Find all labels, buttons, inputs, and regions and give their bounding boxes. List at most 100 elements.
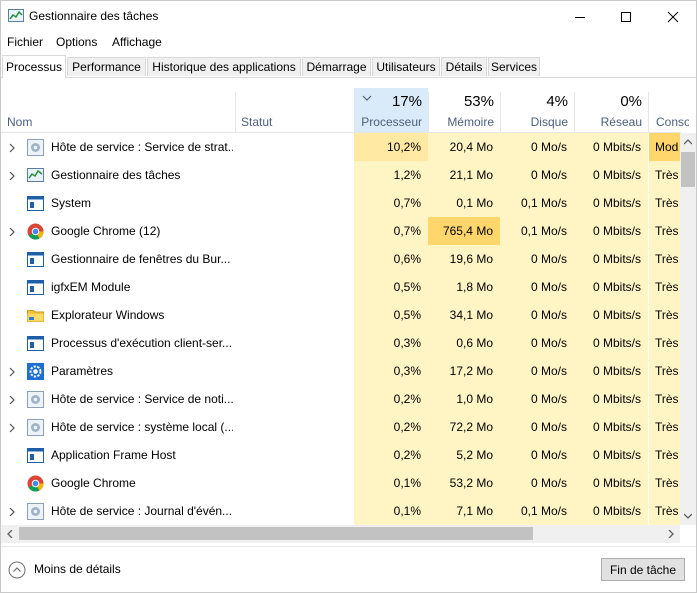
chevron-right-icon[interactable]	[8, 226, 16, 237]
process-row[interactable]: Hôte de service : Service de strat... 10,…	[1, 133, 681, 161]
service-gear-icon	[27, 503, 44, 520]
network-cell: 0 Mbits/s	[574, 357, 648, 385]
task-manager-icon	[8, 9, 24, 22]
chevron-right-icon[interactable]	[8, 170, 16, 181]
column-power[interactable]: Consor	[649, 88, 689, 132]
disk-cell: 0 Mo/s	[500, 413, 574, 441]
process-row[interactable]: Explorateur Windows 0,5% 34,1 Mo 0 Mo/s 0 Mb…	[1, 301, 681, 329]
tab-services[interactable]: Services	[488, 57, 540, 76]
process-name: Hôte de service : Service de noti...	[51, 392, 233, 406]
tab-demarrage[interactable]: Démarrage	[302, 57, 371, 76]
cpu-cell: 0,6%	[354, 245, 428, 273]
memory-cell: 7,1 Mo	[428, 497, 500, 525]
memory-cell: 1,8 Mo	[428, 273, 500, 301]
disk-cell: 0 Mo/s	[500, 301, 574, 329]
cpu-total: 17%	[391, 93, 422, 110]
process-row[interactable]: Application Frame Host 0,2% 5,2 Mo 0 Mo/s 0 …	[1, 441, 681, 469]
process-row[interactable]: Hôte de service : Service de noti... 0,2%…	[1, 385, 681, 413]
minimize-button[interactable]	[557, 1, 603, 32]
chevron-right-icon[interactable]	[8, 142, 16, 153]
chevron-right-icon[interactable]	[8, 394, 16, 405]
column-name-label: Nom	[7, 115, 33, 129]
task-manager-icon	[27, 167, 44, 184]
memory-cell: 72,2 Mo	[428, 413, 500, 441]
title-bar: Gestionnaire des tâches	[1, 1, 696, 32]
process-row[interactable]: Hôte de service : système local (... 0,2%…	[1, 413, 681, 441]
column-memory-label: Mémoire	[447, 115, 494, 129]
column-name[interactable]: Nom	[1, 88, 235, 132]
tab-historique[interactable]: Historique des applications	[147, 57, 301, 76]
footer: Moins de détails Fin de tâche	[1, 546, 696, 592]
scroll-left-icon[interactable]	[7, 530, 13, 538]
vertical-scroll-thumb[interactable]	[681, 152, 695, 187]
power-cell: Très f	[649, 189, 681, 217]
cpu-cell: 0,7%	[354, 217, 428, 245]
scroll-down-icon[interactable]	[684, 513, 692, 519]
column-cpu-label: Processeur	[361, 115, 422, 129]
process-name: Explorateur Windows	[51, 308, 165, 322]
power-cell: Très f	[649, 497, 681, 525]
chevron-right-icon[interactable]	[8, 422, 16, 433]
vertical-scrollbar[interactable]	[680, 133, 696, 525]
process-row[interactable]: Gestionnaire des tâches 1,2% 21,1 Mo 0 Mo/s…	[1, 161, 681, 189]
process-row[interactable]: Paramètres 0,3% 17,2 Mo 0 Mo/s 0 Mbits/s Très…	[1, 357, 681, 385]
tab-details[interactable]: Détails	[441, 57, 487, 76]
collapse-details-icon[interactable]	[8, 561, 26, 579]
maximize-button[interactable]	[603, 1, 649, 32]
cpu-cell: 10,2%	[354, 133, 428, 161]
column-memory[interactable]: 53% Mémoire	[428, 88, 500, 132]
network-cell: 0 Mbits/s	[574, 441, 648, 469]
cpu-cell: 0,1%	[354, 469, 428, 497]
window-title: Gestionnaire des tâches	[29, 9, 159, 23]
menu-affichage[interactable]: Affichage	[112, 35, 162, 49]
column-status[interactable]: Statut	[235, 88, 354, 132]
cpu-cell: 0,5%	[354, 301, 428, 329]
tab-utilisateurs[interactable]: Utilisateurs	[372, 57, 440, 76]
scroll-up-icon[interactable]	[684, 139, 692, 145]
network-cell: 0 Mbits/s	[574, 245, 648, 273]
menu-fichier[interactable]: Fichier	[7, 35, 43, 49]
close-button[interactable]	[650, 1, 696, 32]
process-row[interactable]: igfxEM Module 0,5% 1,8 Mo 0 Mo/s 0 Mbits/s Tr…	[1, 273, 681, 301]
horizontal-scroll-thumb[interactable]	[19, 527, 533, 540]
column-disk[interactable]: 4% Disque	[500, 88, 574, 132]
less-details-link[interactable]: Moins de détails	[34, 562, 121, 576]
network-total: 0%	[620, 93, 642, 110]
disk-cell: 0 Mo/s	[500, 133, 574, 161]
process-row[interactable]: System 0,7%0,1 Mo0,1 Mo/s0 Mbits/sTrès f	[1, 189, 681, 217]
menu-options[interactable]: Options	[56, 35, 97, 49]
tab-performance[interactable]: Performance	[67, 57, 146, 76]
horizontal-scrollbar[interactable]	[1, 525, 680, 543]
column-network[interactable]: 0% Réseau	[574, 88, 648, 132]
service-gear-icon	[27, 419, 44, 436]
chevron-right-icon[interactable]	[8, 366, 16, 377]
cpu-cell: 1,2%	[354, 161, 428, 189]
power-cell: Mod	[649, 133, 681, 161]
process-row[interactable]: Google Chrome 0,1% 53,2 Mo 0 Mo/s 0 Mbits/s T…	[1, 469, 681, 497]
tab-processus[interactable]: Processus	[2, 55, 66, 78]
power-cell: Très f	[649, 301, 681, 329]
network-cell: 0 Mbits/s	[574, 273, 648, 301]
network-cell: 0 Mbits/s	[574, 413, 648, 441]
column-header: Nom Statut 17% Processeur 53% Mémoire 4%…	[1, 88, 689, 133]
network-cell: 0 Mbits/s	[574, 329, 648, 357]
disk-cell: 0,1 Mo/s	[500, 217, 574, 245]
process-row[interactable]: Processus d'exécution client-ser... 0,3% 0…	[1, 329, 681, 357]
process-row[interactable]: Gestionnaire de fenêtres du Bur... 0,6% 19…	[1, 245, 681, 273]
memory-cell: 0,6 Mo	[428, 329, 500, 357]
process-row[interactable]: Google Chrome (12) 0,7% 765,4 Mo 0,1 Mo/s 0 …	[1, 217, 681, 245]
process-name: Hôte de service : Service de strat...	[51, 140, 233, 154]
process-row[interactable]: Hôte de service : Journal d'évén... 0,1% 7…	[1, 497, 681, 525]
process-name: Gestionnaire de fenêtres du Bur...	[51, 252, 231, 266]
process-name: Application Frame Host	[51, 448, 176, 462]
cpu-cell: 0,2%	[354, 413, 428, 441]
network-cell: 0 Mbits/s	[574, 189, 648, 217]
power-cell: Très f	[649, 273, 681, 301]
end-task-button[interactable]: Fin de tâche	[601, 558, 685, 581]
process-list: Hôte de service : Service de strat... 10,…	[1, 133, 681, 525]
service-gear-icon	[27, 391, 44, 408]
chevron-right-icon[interactable]	[8, 506, 16, 517]
cpu-cell: 0,3%	[354, 357, 428, 385]
column-cpu[interactable]: 17% Processeur	[354, 88, 428, 132]
scroll-right-icon[interactable]	[668, 530, 674, 538]
